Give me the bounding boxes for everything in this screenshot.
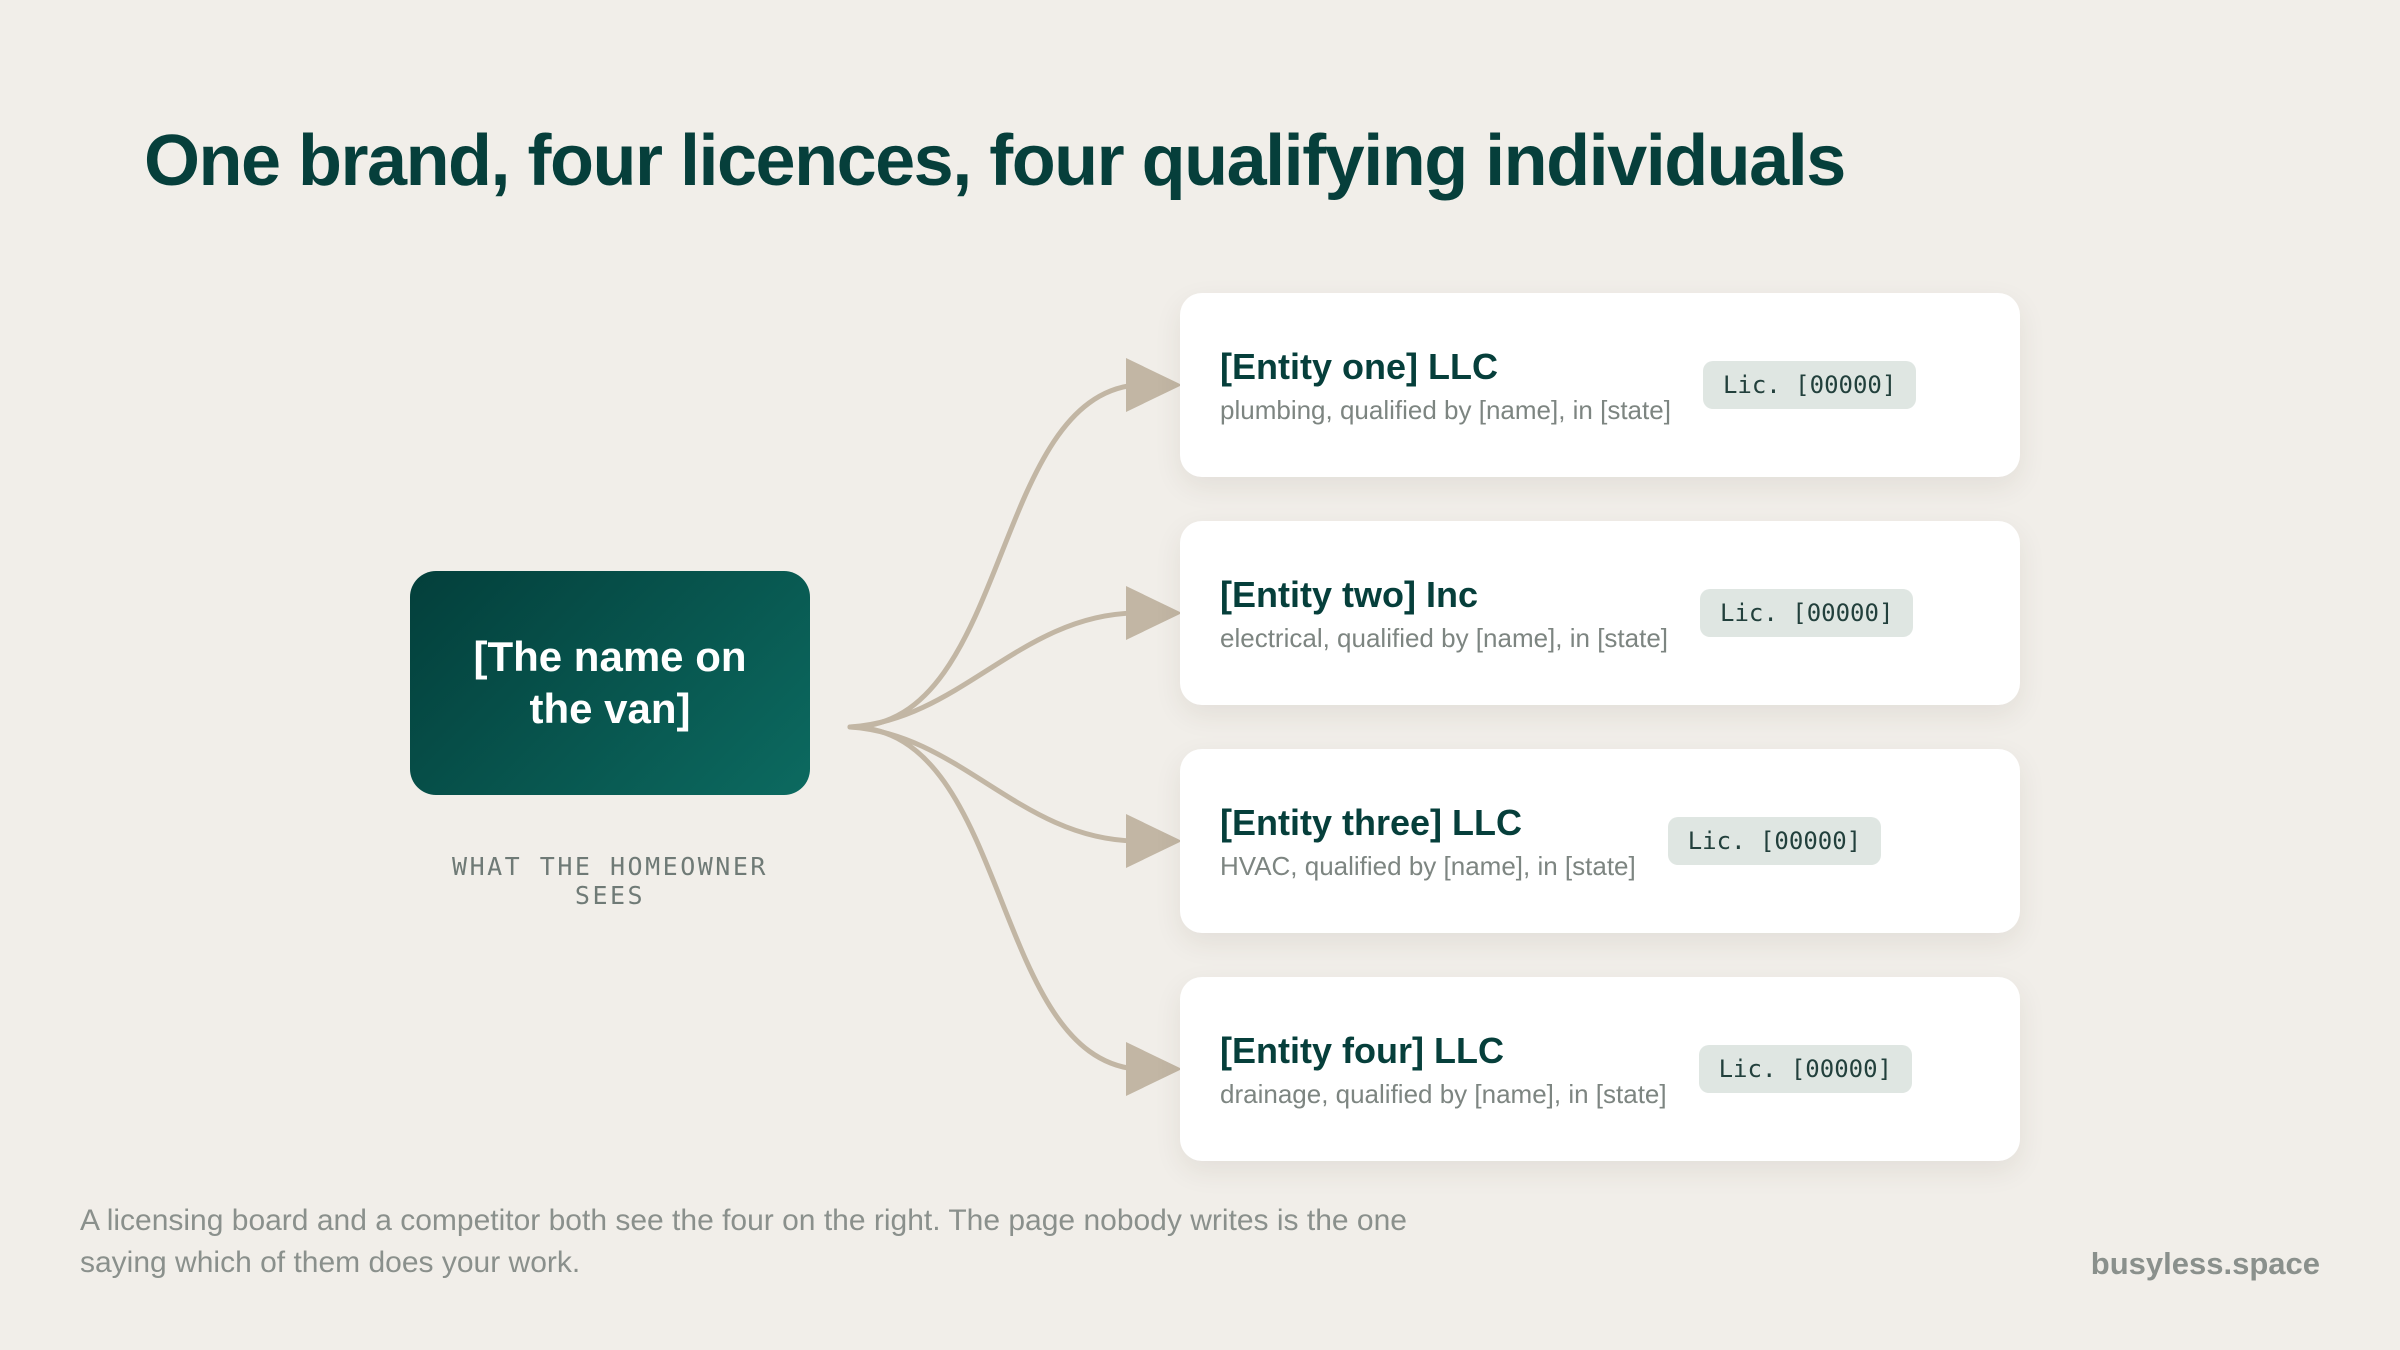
entity-card-one: [Entity one] LLC plumbing, qualified by …: [1180, 293, 2020, 477]
footer-note: A licensing board and a competitor both …: [80, 1204, 1407, 1279]
entity-name: [Entity four] LLC: [1220, 1029, 1504, 1071]
arrow-to-entity-three: [847, 724, 1138, 844]
licence-badge: Lic. [00000]: [1667, 817, 1882, 865]
entity-detail: electrical, qualified by [name], in [sta…: [1220, 622, 1669, 653]
arrowhead-two: [1126, 586, 1182, 640]
licence-badge: Lic. [00000]: [1702, 361, 1917, 409]
brand-label: [The name on the van]: [473, 633, 747, 732]
arrow-to-entity-two: [847, 610, 1138, 730]
site-link[interactable]: busyless.space: [2091, 1246, 2320, 1282]
arrow-to-entity-one: [847, 382, 1138, 730]
entity-name: [Entity one] LLC: [1220, 345, 1498, 387]
entity-detail: HVAC, qualified by [name], in [state]: [1220, 850, 1636, 881]
entity-card-two: [Entity two] Inc electrical, qualified b…: [1180, 521, 2020, 705]
brand-caption: WHAT THE HOMEOWNER SEES: [452, 852, 768, 910]
entity-card-three: [Entity three] LLC HVAC, qualified by [n…: [1180, 749, 2020, 933]
arrowhead-four: [1126, 1042, 1182, 1096]
entity-name: [Entity two] Inc: [1220, 573, 1478, 615]
licence-badge: Lic. [00000]: [1700, 589, 1914, 637]
arrowhead-three: [1126, 814, 1182, 868]
arrowhead-one: [1126, 358, 1182, 412]
arrow-to-entity-four: [847, 724, 1138, 1072]
entity-card-four: [Entity four] LLC drainage, qualified by…: [1180, 977, 2020, 1161]
entity-detail: plumbing, qualified by [name], in [state…: [1220, 394, 1671, 425]
entity-detail: drainage, qualified by [name], in [state…: [1220, 1078, 1667, 1109]
brand-box: [The name on the van]: [410, 571, 810, 795]
entity-name: [Entity three] LLC: [1220, 801, 1522, 843]
licence-badge: Lic. [00000]: [1698, 1045, 1912, 1093]
